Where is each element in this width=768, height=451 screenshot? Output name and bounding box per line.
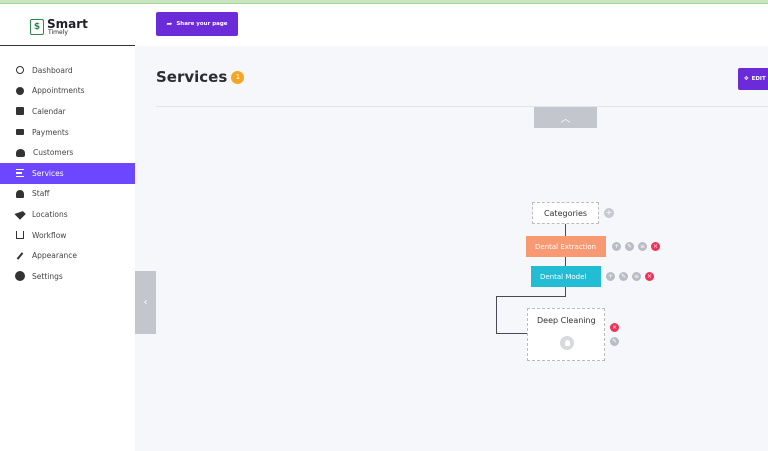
edit-pencil-icon[interactable]: ✎ <box>625 242 634 251</box>
sidebar-item-label: Settings <box>32 271 63 281</box>
edit-label: EDIT <box>751 76 766 82</box>
sidebar-item-label: Customers <box>33 148 74 158</box>
edit-service-icon[interactable]: ✎ <box>610 337 619 346</box>
wallet-icon <box>16 129 24 136</box>
sidebar-item-appearance[interactable]: Appearance <box>0 245 135 266</box>
sidebar-item-settings[interactable]: Settings <box>0 266 135 287</box>
sidebar-item-label: Services <box>32 168 64 178</box>
add-service-button[interactable]: + <box>612 242 621 251</box>
reorder-icon[interactable]: ≡ <box>632 272 641 281</box>
clock-icon <box>16 86 24 95</box>
category-label: Dental Model <box>540 272 587 281</box>
category-node-dental-extraction[interactable]: Dental Extraction <box>526 236 606 257</box>
edit-pencil-icon[interactable]: ✎ <box>619 272 628 281</box>
sidebar-item-payments[interactable]: Payments <box>0 122 135 143</box>
collapse-left-button[interactable]: ‹ <box>135 271 156 334</box>
sidebar-item-customers[interactable]: Customers <box>0 142 135 163</box>
user-icon <box>16 189 24 198</box>
sidebar-item-calendar[interactable]: Calendar <box>0 101 135 122</box>
workflow-icon <box>16 231 24 240</box>
add-category-button[interactable]: + <box>604 208 614 218</box>
share-page-button[interactable]: ➦ Share your page <box>156 12 238 36</box>
sidebar-item-label: Appointments <box>32 86 85 96</box>
categories-root-node[interactable]: Categories <box>532 202 599 224</box>
calendar-icon <box>16 107 24 116</box>
sidebar-item-locations[interactable]: Locations <box>0 204 135 225</box>
users-icon <box>16 148 25 157</box>
chevron-left-icon: ‹ <box>143 297 148 308</box>
logo-divider <box>0 45 135 46</box>
logo-mark-icon: $ <box>30 19 44 35</box>
sidebar-item-label: Calendar <box>32 106 66 116</box>
tree-connector <box>496 296 566 297</box>
tree-connector <box>565 257 566 266</box>
tree-connector <box>496 296 497 334</box>
sidebar: $ Smart Timely Dashboard Appointments Ca… <box>0 4 135 451</box>
sidebar-item-label: Locations <box>32 209 68 219</box>
chevron-up-icon: ︿ <box>560 114 571 125</box>
sidebar-item-label: Appearance <box>32 251 78 261</box>
location-arrow-icon <box>14 208 26 221</box>
app-logo[interactable]: $ Smart Timely <box>30 14 88 40</box>
add-service-button[interactable]: + <box>606 272 615 281</box>
tree-connector <box>496 333 527 334</box>
dashboard-icon <box>16 66 24 75</box>
header-divider <box>156 106 768 107</box>
reorder-icon[interactable]: ≡ <box>638 242 647 251</box>
sidebar-item-label: Payments <box>32 127 69 137</box>
tree-connector <box>565 224 566 236</box>
share-page-label: Share your page <box>176 21 228 27</box>
gear-icon <box>16 272 24 281</box>
sidebar-item-appointments[interactable]: Appointments <box>0 81 135 102</box>
brush-icon <box>16 251 24 260</box>
categories-label: Categories <box>543 208 588 218</box>
delete-button[interactable]: × <box>645 272 654 281</box>
sidebar-item-workflow[interactable]: Workflow <box>0 225 135 246</box>
sidebar-nav: Dashboard Appointments Calendar Payments… <box>0 60 135 287</box>
category-node-dental-model[interactable]: Dental Model <box>531 266 601 287</box>
page-title: Services <box>156 68 228 86</box>
top-header: ➦ Share your page <box>135 4 768 46</box>
sidebar-item-staff[interactable]: Staff <box>0 184 135 205</box>
category-label: Dental Extraction <box>535 242 597 251</box>
share-arrow-icon: ➦ <box>166 20 173 28</box>
sidebar-item-label: Workflow <box>32 230 67 240</box>
sidebar-item-dashboard[interactable]: Dashboard <box>0 60 135 81</box>
services-count-badge: 1 <box>231 70 245 84</box>
sidebar-item-services[interactable]: Services <box>0 162 135 184</box>
move-icon: ✥ <box>744 76 749 82</box>
delete-button[interactable]: × <box>651 242 660 251</box>
sidebar-item-label: Dashboard <box>32 65 73 75</box>
edit-button[interactable]: ✥ EDIT <box>738 68 768 90</box>
logo-subtitle: Timely <box>48 29 68 36</box>
service-node-deep-cleaning[interactable]: Deep Cleaning <box>527 308 605 361</box>
staff-avatar-icon <box>560 336 574 350</box>
sidebar-item-label: Staff <box>32 189 50 199</box>
delete-service-button[interactable]: × <box>610 323 619 332</box>
page-title-row: Services 1 <box>156 68 245 86</box>
collapse-up-button[interactable]: ︿ <box>534 107 597 128</box>
list-icon <box>16 169 24 178</box>
tree-connector <box>565 287 566 296</box>
service-label: Deep Cleaning <box>537 316 596 325</box>
